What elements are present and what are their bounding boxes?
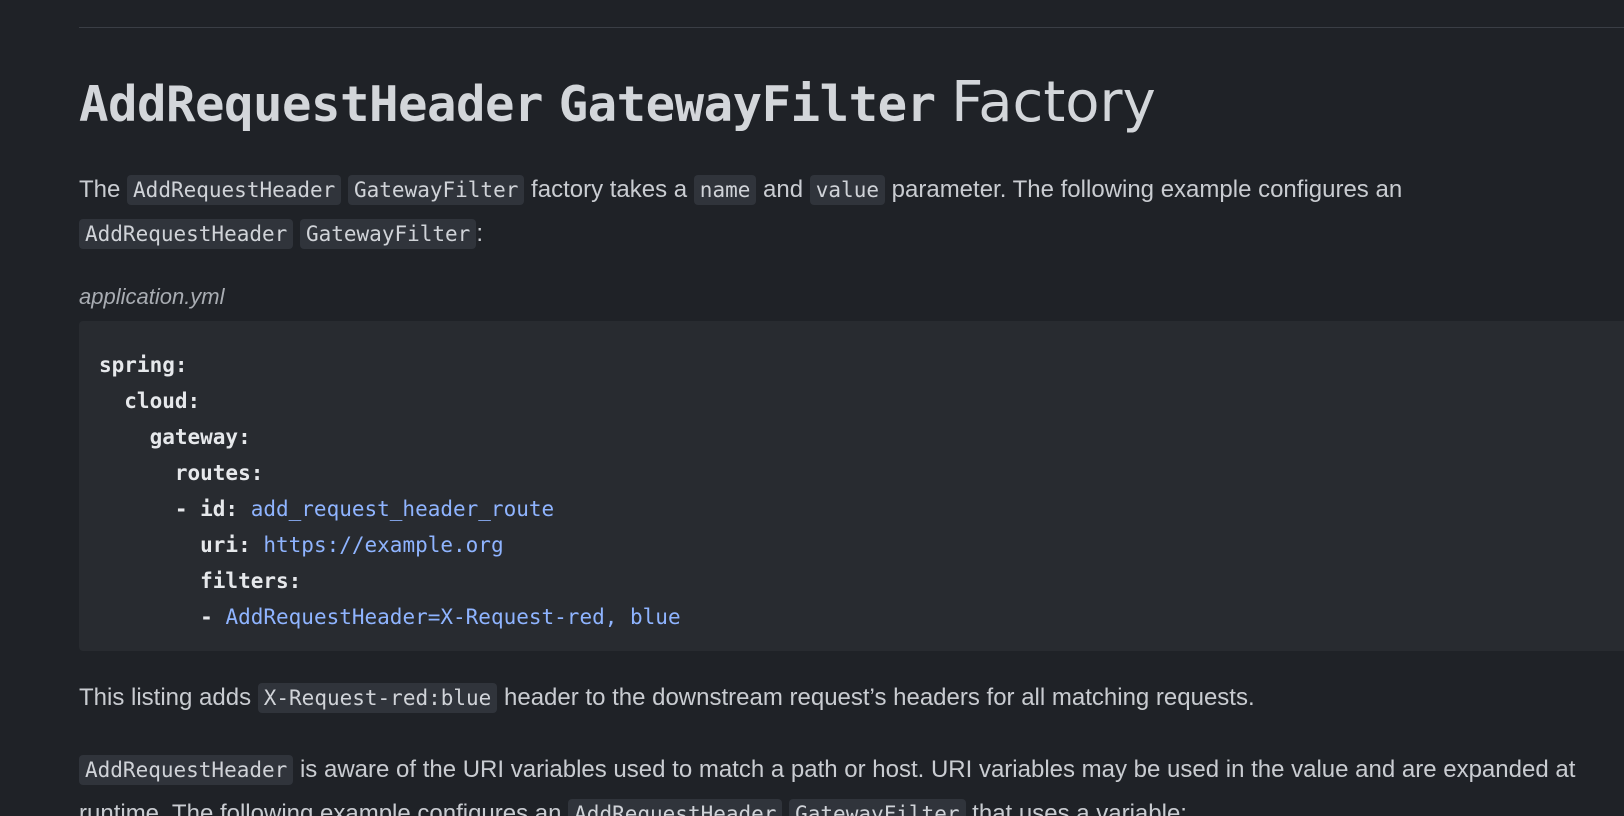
code-key: - [99, 605, 226, 629]
code-block[interactable]: spring: cloud: gateway: routes: - id: ad… [79, 321, 1624, 651]
inline-code: X-Request-red:blue [257, 683, 498, 713]
listing-text: header to the downstream request’s heade… [504, 684, 1255, 711]
inline-code: AddRequestHeader [79, 219, 294, 249]
code-caption: application.yml [79, 284, 225, 309]
title-code-addrequestheader: AddRequestHeader [79, 76, 544, 133]
code-key: - id: [99, 497, 251, 521]
intro-text: The [79, 176, 121, 203]
inline-code: GatewayFilter [348, 175, 525, 205]
intro-paragraph: The AddRequestHeader GatewayFilter facto… [79, 168, 1402, 256]
intro-text: parameter. The following example configu… [891, 176, 1403, 203]
section-divider [79, 27, 1624, 28]
code-line: cloud: [99, 389, 201, 413]
code-line: - id: add_request_header_route [99, 491, 1619, 527]
inline-code: name [693, 175, 757, 205]
code-line: routes: [99, 461, 264, 485]
inline-code: value [809, 175, 885, 205]
inline-code: AddRequestHeader [79, 755, 294, 785]
inline-code: AddRequestHeader [127, 175, 342, 205]
aware-text: is aware of the URI variables used to ma… [299, 756, 1576, 783]
doc-page: AddRequestHeader GatewayFilter Factory T… [0, 0, 1624, 816]
code-key: uri: [99, 533, 264, 557]
listing-text: This listing adds [79, 684, 252, 711]
intro-text: and [763, 176, 804, 203]
title-text-factory: Factory [951, 70, 1156, 135]
code-line: - AddRequestHeader=X-Request-red, blue [99, 599, 1619, 635]
intro-text: factory takes a [531, 176, 688, 203]
aware-text: that uses a variable: [972, 800, 1187, 816]
page-title: AddRequestHeader GatewayFilter Factory [79, 66, 1156, 141]
inline-code: GatewayFilter [789, 799, 966, 816]
aware-text: runtime. The following example configure… [79, 800, 562, 816]
intro-text: : [476, 220, 484, 247]
inline-code: GatewayFilter [299, 219, 477, 249]
aware-paragraph: AddRequestHeader is aware of the URI var… [79, 748, 1575, 816]
code-value: AddRequestHeader=X-Request-red, blue [225, 605, 681, 629]
code-value: https://example.org [263, 533, 504, 557]
code-line: uri: https://example.org [99, 527, 1619, 563]
code-line: filters: [99, 569, 302, 593]
inline-code: AddRequestHeader [568, 799, 783, 816]
title-code-gatewayfilter: GatewayFilter [558, 76, 937, 133]
code-line: gateway: [99, 425, 251, 449]
code-value: add_request_header_route [250, 497, 555, 521]
listing-paragraph: This listing adds X-Request-red:blue hea… [79, 676, 1255, 720]
code-line: spring: [99, 353, 188, 377]
